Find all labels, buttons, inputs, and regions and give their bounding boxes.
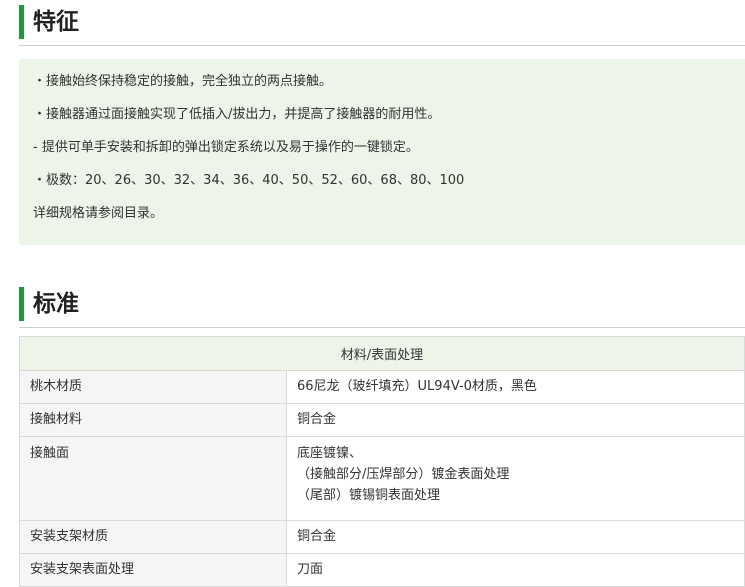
standard-heading-text: 标准 [33, 291, 79, 317]
standard-heading-rule [19, 327, 745, 328]
table-row: 接触面 底座镀镍、 （接触部分/压焊部分）镀金表面处理 （尾部）镀锡铜表面处理 [19, 436, 745, 521]
row-value: 66尼龙（玻纤填充）UL94V-0材质，黑色 [286, 370, 745, 404]
row-value: 底座镀镍、 （接触部分/压焊部分）镀金表面处理 （尾部）镀锡铜表面处理 [286, 436, 745, 521]
spec-table: 材料/表面处理 桃木材质 66尼龙（玻纤填充）UL94V-0材质，黑色 接触材料… [19, 336, 745, 587]
table-row: 安装支架材质 铜合金 [19, 520, 745, 554]
row-label: 接触材料 [19, 403, 287, 437]
column-header: 材料/表面处理 [19, 336, 745, 371]
table-header-row: 材料/表面处理 [19, 336, 745, 371]
table-row: 桃木材质 66尼龙（玻纤填充）UL94V-0材质，黑色 [19, 370, 745, 404]
row-value: 刀面 [286, 553, 745, 587]
table-row: 接触材料 铜合金 [19, 403, 745, 437]
feature-line: ・极数：20、26、30、32、34、36、40、50、52、60、68、80、… [33, 173, 465, 188]
feature-line: - 提供可单手安装和拆卸的弹出锁定系统以及易于操作的一键锁定。 [33, 140, 419, 155]
features-heading-text: 特征 [33, 9, 79, 35]
features-heading-rule [19, 45, 745, 46]
row-value: 铜合金 [286, 403, 745, 437]
row-value: 铜合金 [286, 520, 745, 554]
row-value-line: （尾部）镀锡铜表面处理 [297, 488, 441, 503]
row-value-line: 底座镀镍、 [297, 446, 363, 461]
features-heading: 特征 [19, 5, 745, 46]
table-row: 安装支架表面处理 刀面 [19, 553, 745, 587]
row-value-line: （接触部分/压焊部分）镀金表面处理 [297, 467, 510, 482]
row-label: 接触面 [19, 436, 287, 521]
features-box: ・接触始终保持稳定的接触，完全独立的两点接触。 ・接触器通过面接触实现了低插入/… [19, 59, 745, 245]
feature-line: 详细规格请参阅目录。 [33, 206, 164, 221]
row-label: 桃木材质 [19, 370, 287, 404]
feature-line: ・接触器通过面接触实现了低插入/拔出力，并提高了接触器的耐用性。 [33, 107, 441, 122]
row-label: 安装支架材质 [19, 520, 287, 554]
standard-heading: 标准 [19, 287, 745, 328]
row-label: 安装支架表面处理 [19, 553, 287, 587]
feature-line: ・接触始终保持稳定的接触，完全独立的两点接触。 [33, 74, 333, 89]
